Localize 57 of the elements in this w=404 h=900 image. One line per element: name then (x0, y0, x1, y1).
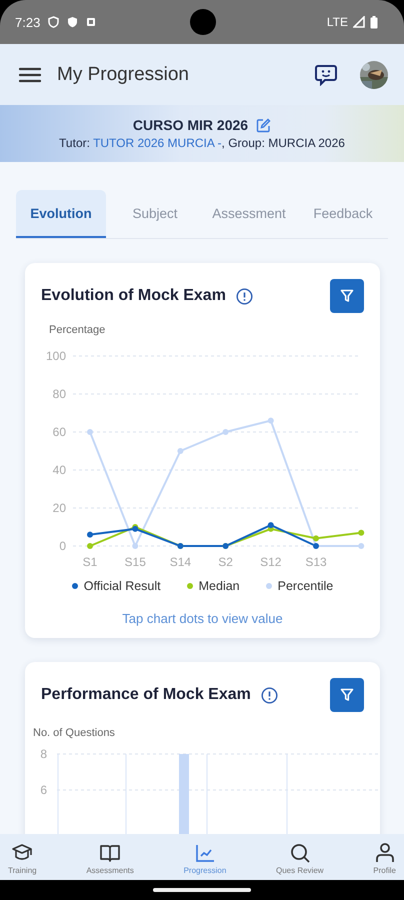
x-tick-label: S12 (260, 555, 282, 569)
y-axis-label: No. of Questions (33, 727, 115, 739)
nav-item[interactable]: Profile (369, 834, 400, 880)
y-tick-label: 0 (59, 539, 66, 553)
tab[interactable]: Assessment (204, 190, 294, 238)
nav-item[interactable]: Training (4, 834, 41, 880)
filter-icon (340, 688, 354, 702)
y-tick-label: 6 (40, 783, 47, 797)
filter-button[interactable] (330, 279, 364, 313)
x-tick-label: S13 (305, 555, 327, 569)
tab[interactable]: Evolution (16, 190, 106, 238)
card-title: Performance of Mock Exam (41, 686, 251, 704)
y-tick-label: 40 (52, 463, 66, 477)
data-point[interactable] (87, 532, 93, 538)
y-tick-label: 80 (52, 387, 66, 401)
page-title: My Progression (57, 64, 190, 86)
menu-icon[interactable] (19, 66, 41, 82)
nav-item[interactable]: Progression (180, 834, 230, 880)
x-tick-label: S15 (124, 555, 146, 569)
search-icon (288, 842, 311, 864)
nav-item[interactable]: Assessments (82, 834, 138, 880)
filter-button[interactable] (330, 678, 364, 712)
chart-hint: Tap chart dots to view value (121, 611, 284, 626)
tab[interactable]: Subject (110, 190, 200, 238)
shield-icon (67, 16, 78, 28)
tutor-group-text: Tutor: TUTOR 2026 MURCIA -, Group: MURCIA 2026 (59, 136, 345, 150)
y-tick-label: 60 (52, 425, 66, 439)
chat-icon[interactable] (314, 64, 338, 86)
x-tick-label: S1 (82, 555, 98, 569)
y-axis-label: Percentage (49, 324, 106, 336)
x-tick-label: S14 (170, 555, 192, 569)
shield-icon (48, 16, 60, 28)
x-tick-label: S2 (218, 555, 233, 569)
tutor-link[interactable]: TUTOR 2026 MURCIA - (93, 136, 222, 150)
course-title: CURSO MIR 2026 (132, 117, 248, 133)
tab[interactable]: Feedback (298, 190, 388, 238)
data-point[interactable] (268, 522, 274, 528)
status-time: 7:23 (15, 14, 40, 30)
card-title: Evolution of Mock Exam (41, 287, 226, 305)
signal-icon (353, 16, 365, 28)
data-point[interactable] (132, 526, 138, 532)
square-icon (86, 17, 96, 27)
y-tick-label: 100 (46, 349, 66, 363)
edit-icon[interactable] (256, 118, 272, 132)
filter-icon (340, 289, 354, 303)
battery-icon (370, 16, 378, 28)
y-tick-label: 20 (52, 501, 66, 515)
info-icon[interactable] (236, 288, 253, 304)
info-icon[interactable] (260, 686, 278, 704)
person-icon (374, 842, 396, 864)
legend-label: Median (198, 579, 240, 593)
legend-label: Official Result (84, 579, 161, 593)
legend-label: Percentile (278, 579, 334, 593)
camera-hole (190, 9, 216, 35)
network-type: LTE (326, 15, 348, 29)
y-tick-label: 8 (40, 747, 47, 761)
nav-item[interactable]: Ques Review (272, 834, 328, 880)
